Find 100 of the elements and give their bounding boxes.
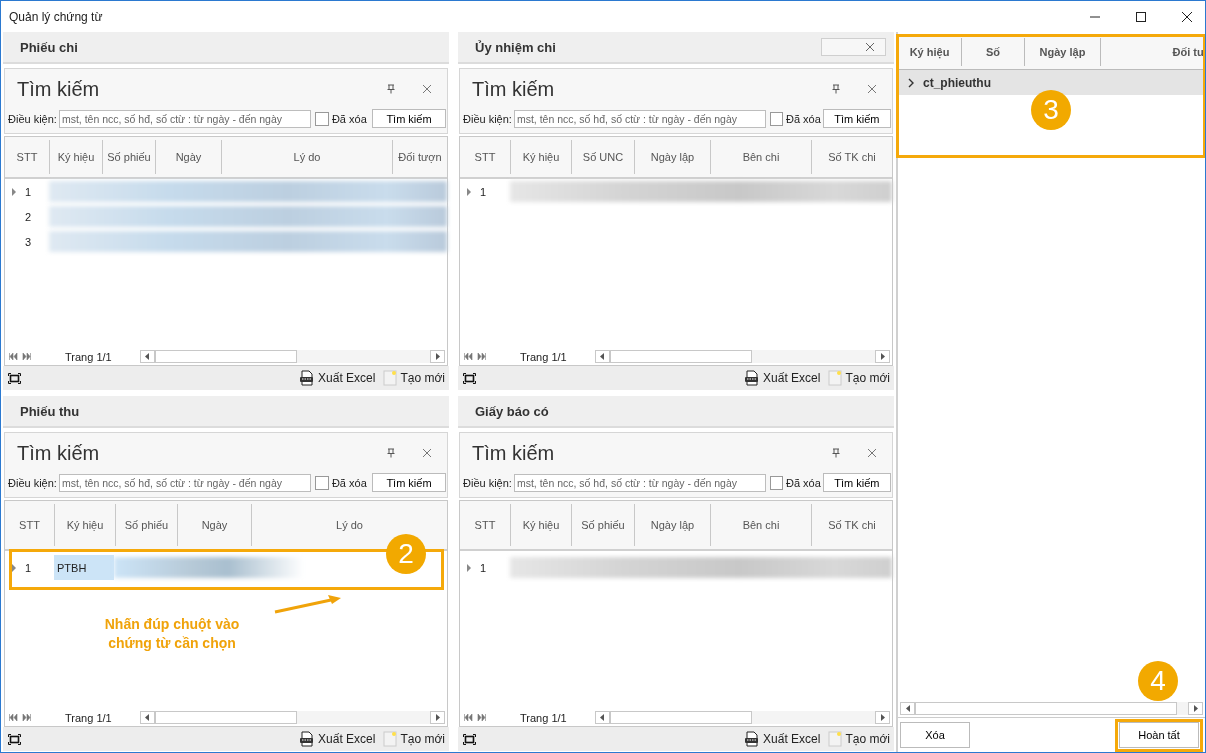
column-header[interactable]: Lý do: [221, 140, 392, 174]
column-header[interactable]: Ngày: [177, 504, 251, 546]
horizontal-scrollbar[interactable]: [139, 350, 445, 363]
spreadsheet-file-icon: [299, 731, 316, 747]
row-number: 1: [25, 561, 32, 574]
scroll-right-icon[interactable]: [435, 714, 440, 721]
new-document-icon: [383, 731, 398, 747]
page-indicator: Trang 1/1: [65, 711, 112, 724]
instruction-text: Nhấn đúp chuột vào chứng từ cần chọn: [103, 615, 241, 653]
column-header[interactable]: Số phiếu: [102, 140, 155, 174]
column-header[interactable]: Đối tượn: [392, 140, 447, 174]
export-excel-button[interactable]: Xuất Excel: [744, 370, 821, 386]
scroll-right-icon[interactable]: [1193, 705, 1198, 712]
export-excel-button[interactable]: Xuất Excel: [299, 731, 376, 747]
chevron-icon[interactable]: [908, 77, 914, 88]
column-header[interactable]: STT: [460, 140, 510, 174]
column-header[interactable]: Số phiếu: [115, 504, 177, 546]
delete-button[interactable]: Xóa: [900, 722, 970, 748]
column-header[interactable]: Số TK chi: [811, 504, 892, 546]
column-header[interactable]: STT: [5, 140, 49, 174]
panel-title: Giấy báo có: [475, 403, 549, 419]
create-new-button[interactable]: Tạo mới: [828, 731, 890, 747]
column-header[interactable]: Ký hiệu: [49, 140, 102, 174]
horizontal-scrollbar[interactable]: [139, 711, 445, 724]
last-page-icon[interactable]: [22, 353, 31, 360]
column-header[interactable]: Số TK chi: [811, 140, 892, 174]
pin-icon[interactable]: [832, 84, 840, 94]
create-new-button[interactable]: Tạo mới: [383, 370, 445, 386]
column-header[interactable]: Ký hiệu: [898, 38, 962, 66]
condition-field[interactable]: mst, tên ncc, số hđ, số ctừ : từ ngày - đến ngày: [58, 109, 311, 128]
row-number: 1: [480, 185, 487, 198]
scroll-left-icon[interactable]: [600, 714, 605, 721]
close-icon[interactable]: [1181, 10, 1193, 23]
new-document-icon: [383, 370, 398, 386]
panel-title: Ủy nhiệm chi: [475, 39, 556, 55]
scroll-left-icon[interactable]: [905, 705, 910, 712]
column-header[interactable]: Số: [962, 38, 1025, 66]
scroll-right-icon[interactable]: [880, 714, 885, 721]
last-page-icon[interactable]: [22, 714, 31, 721]
column-header[interactable]: Ký hiệu: [510, 140, 571, 174]
horizontal-scrollbar[interactable]: [594, 350, 890, 363]
scroll-left-icon[interactable]: [600, 353, 605, 360]
maximize-icon[interactable]: [1135, 10, 1147, 23]
horizontal-scrollbar[interactable]: [900, 702, 1203, 715]
first-page-icon[interactable]: [9, 714, 18, 721]
search-button[interactable]: Tìm kiếm: [372, 109, 446, 128]
deleted-label: Đã xóa: [331, 112, 367, 125]
first-page-icon[interactable]: [464, 714, 473, 721]
column-header[interactable]: STT: [5, 504, 54, 546]
column-header[interactable]: Số UNC: [571, 140, 634, 174]
new-document-icon: [828, 370, 843, 386]
deleted-checkbox[interactable]: [314, 475, 329, 490]
fullscreen-icon[interactable]: [8, 372, 21, 384]
column-header[interactable]: Ký hiệu: [510, 504, 571, 546]
column-header[interactable]: Ngày lập: [1025, 38, 1101, 66]
deleted-checkbox[interactable]: [769, 111, 783, 126]
scroll-left-icon[interactable]: [145, 714, 150, 721]
first-page-icon[interactable]: [464, 353, 473, 360]
deleted-checkbox[interactable]: [314, 111, 329, 126]
row-number: 1: [25, 185, 32, 198]
fullscreen-icon[interactable]: [463, 733, 476, 745]
scroll-right-icon[interactable]: [435, 353, 440, 360]
export-excel-button[interactable]: Xuất Excel: [744, 731, 821, 747]
condition-label: Điều kiện:: [463, 476, 512, 489]
export-excel-button[interactable]: Xuất Excel: [299, 370, 376, 386]
condition-field[interactable]: mst, tên ncc, số hđ, số ctừ : từ ngày - đến ngày: [513, 473, 766, 492]
fullscreen-icon[interactable]: [8, 733, 21, 745]
scroll-left-icon[interactable]: [145, 353, 150, 360]
horizontal-scrollbar[interactable]: [594, 711, 890, 724]
column-header[interactable]: Bên chi: [710, 140, 811, 174]
column-header[interactable]: Số phiếu: [571, 504, 634, 546]
fullscreen-icon[interactable]: [463, 372, 476, 384]
deleted-label: Đã xóa: [331, 476, 367, 489]
condition-field[interactable]: mst, tên ncc, số hđ, số ctừ : từ ngày - đến ngày: [513, 109, 766, 128]
row-number: 2: [25, 210, 32, 223]
last-page-icon[interactable]: [477, 714, 486, 721]
pin-icon[interactable]: [832, 448, 840, 458]
condition-field[interactable]: mst, tên ncc, số hđ, số ctừ : từ ngày - đến ngày: [58, 473, 311, 492]
column-header[interactable]: STT: [460, 504, 510, 546]
group-row[interactable]: ct_phieuthu: [898, 70, 1205, 95]
deleted-checkbox[interactable]: [769, 475, 783, 490]
search-button[interactable]: Tìm kiếm: [372, 473, 446, 492]
pin-icon[interactable]: [387, 84, 395, 94]
search-button[interactable]: Tìm kiếm: [822, 109, 891, 128]
spreadsheet-file-icon: [744, 731, 761, 747]
column-header[interactable]: Bên chi: [710, 504, 811, 546]
column-header[interactable]: Ngày lập: [634, 140, 710, 174]
column-header[interactable]: Ngày: [155, 140, 221, 174]
column-header[interactable]: Ngày lập: [634, 504, 710, 546]
first-page-icon[interactable]: [9, 353, 18, 360]
spreadsheet-file-icon: [299, 370, 316, 386]
spreadsheet-file-icon: [744, 370, 761, 386]
create-new-button[interactable]: Tạo mới: [828, 370, 890, 386]
column-header[interactable]: Ký hiệu: [54, 504, 115, 546]
create-new-button[interactable]: Tạo mới: [383, 731, 445, 747]
scroll-right-icon[interactable]: [880, 353, 885, 360]
pin-icon[interactable]: [387, 448, 395, 458]
search-button[interactable]: Tìm kiếm: [822, 473, 891, 492]
finish-button[interactable]: Hoàn tất: [1119, 722, 1199, 748]
last-page-icon[interactable]: [477, 353, 486, 360]
